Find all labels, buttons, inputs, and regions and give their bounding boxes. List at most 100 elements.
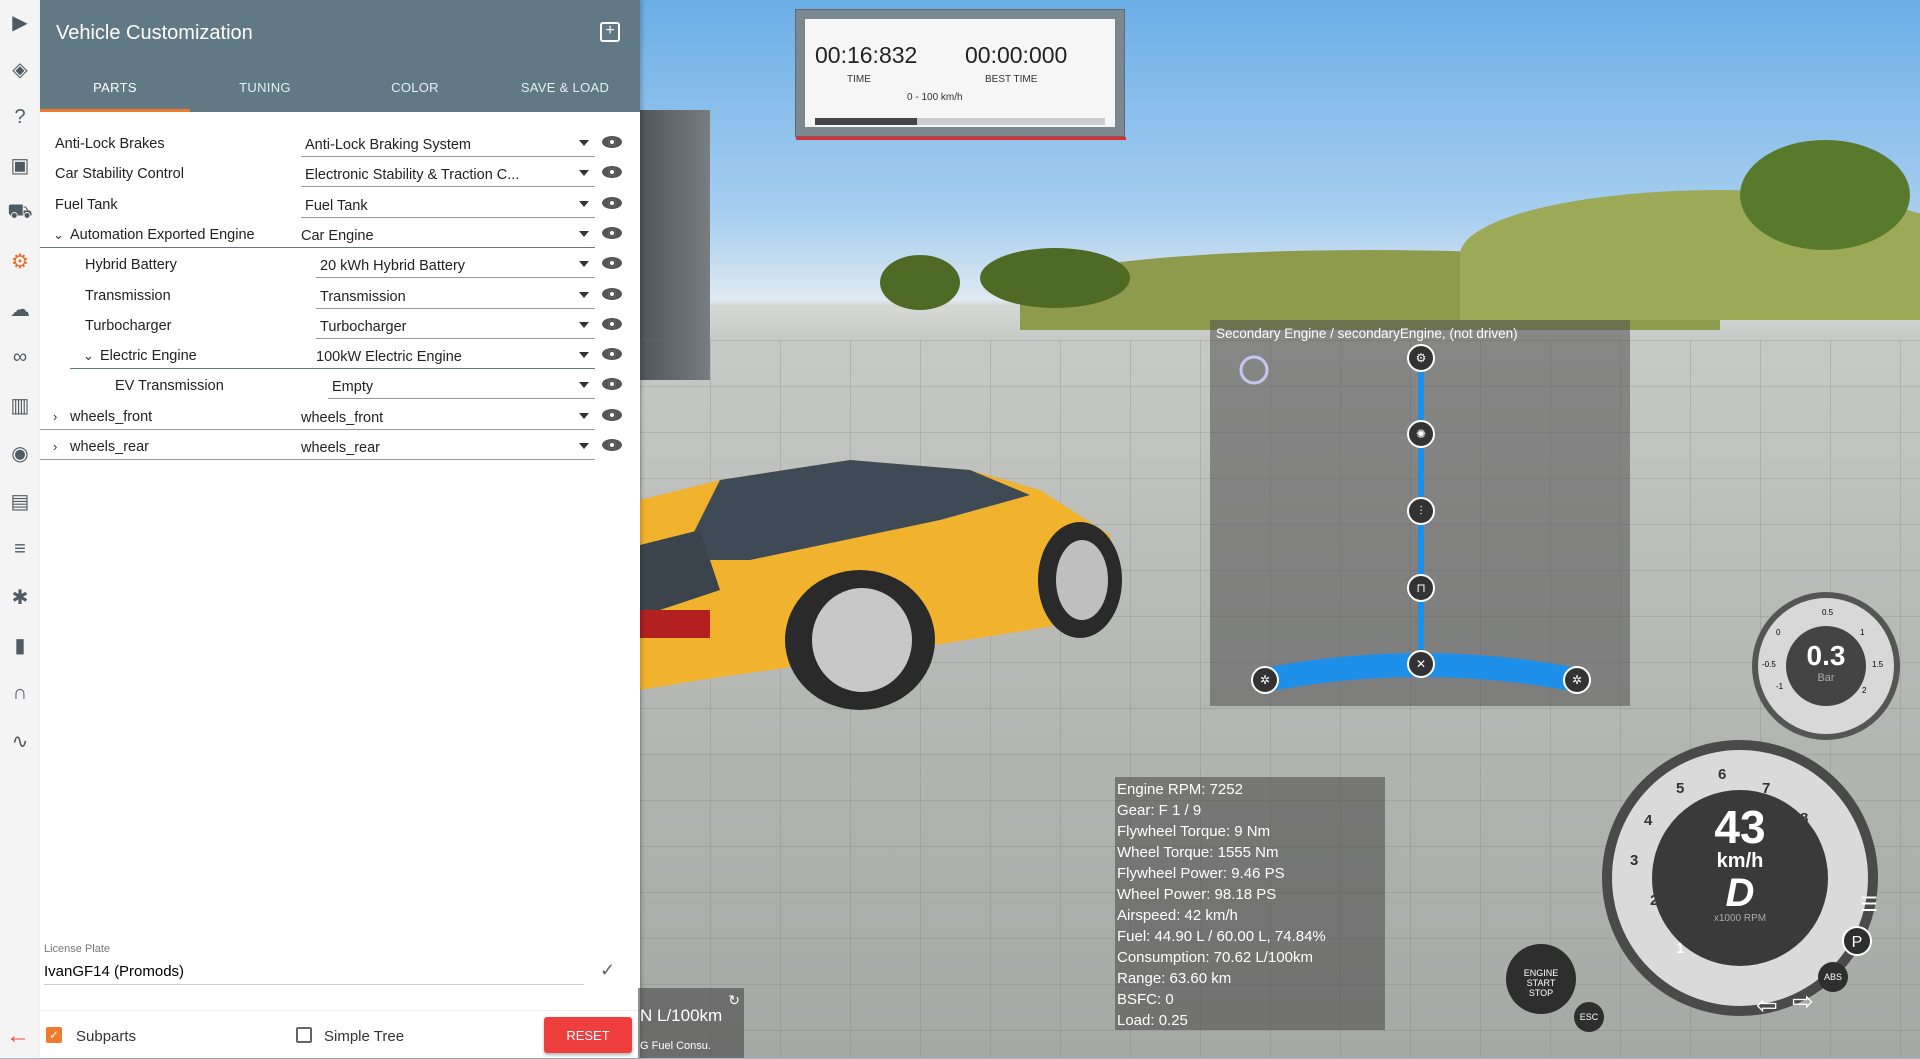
speed-unit: km/h xyxy=(1716,850,1764,872)
debug-line: Gear: F 1 / 9 xyxy=(1117,802,1202,819)
camera-icon[interactable]: ◉ xyxy=(6,439,34,467)
bar-chart-icon[interactable]: ▮ xyxy=(6,631,34,659)
debug-line: Load: 0.25 xyxy=(1117,1012,1188,1029)
visibility-eye-icon[interactable] xyxy=(602,257,622,270)
visibility-eye-icon[interactable] xyxy=(602,196,622,209)
license-plate-label: License Plate xyxy=(44,943,111,955)
dropdown-caret-icon[interactable] xyxy=(579,170,589,177)
part-select[interactable]: wheels_front xyxy=(40,403,595,430)
simple-tree-label: Simple Tree xyxy=(324,1028,405,1045)
part-select-value: Turbocharger xyxy=(320,318,407,335)
play-icon[interactable]: ▶ xyxy=(6,8,34,36)
part-select-value: wheels_rear xyxy=(301,440,380,456)
turbine-node-icon[interactable]: ✺ xyxy=(1407,420,1435,448)
part-select[interactable]: 20 kWh Hybrid Battery xyxy=(316,251,595,279)
part-select[interactable]: wheels_rear xyxy=(40,433,595,460)
headlight-icon: ☰ xyxy=(1860,894,1878,916)
parking-brake-indicator: P xyxy=(1842,926,1872,956)
tab-color[interactable]: COLOR xyxy=(340,70,490,112)
turn-left-icon: ⇦ xyxy=(1756,990,1778,1020)
time-label: TIME xyxy=(847,74,871,85)
tree xyxy=(880,255,960,310)
cloud-icon[interactable]: ☁ xyxy=(6,295,34,323)
timer-progress-fill xyxy=(815,118,917,125)
part-row: Anti-Lock Brakes Anti-Lock Braking System xyxy=(40,130,640,160)
time-value: 00:16:832 xyxy=(815,42,918,68)
headphones-icon[interactable]: ∩ xyxy=(6,679,34,707)
reset-button[interactable]: RESET xyxy=(544,1017,632,1053)
window-icon[interactable]: ▤ xyxy=(6,487,34,515)
wheel-right-icon[interactable]: ✲ xyxy=(1563,666,1591,694)
part-select-value: wheels_front xyxy=(301,409,384,426)
part-select[interactable]: 100kW Electric Engine xyxy=(70,342,595,370)
speed-readout: 43 km/h D x1000 RPM xyxy=(1652,790,1828,966)
tab-tuning[interactable]: TUNING xyxy=(190,70,340,112)
panel-title: Vehicle Customization xyxy=(56,22,253,44)
boost-unit: Bar xyxy=(1817,672,1835,684)
part-select[interactable]: Fuel Tank xyxy=(301,191,595,218)
dropdown-caret-icon[interactable] xyxy=(579,321,589,328)
video-icon[interactable]: ▣ xyxy=(6,151,34,179)
dropdown-caret-icon[interactable] xyxy=(579,412,589,419)
part-label: Fuel Tank xyxy=(55,196,118,213)
dropdown-caret-icon[interactable] xyxy=(579,261,589,268)
visibility-eye-icon[interactable] xyxy=(602,226,622,239)
visibility-eye-icon[interactable] xyxy=(602,378,622,391)
car-icon[interactable]: ⛟ xyxy=(6,199,34,227)
panel-footer: ✓ Subparts Simple Tree RESET xyxy=(40,1010,640,1059)
visibility-eye-icon[interactable] xyxy=(602,287,622,300)
part-label: EV Transmission xyxy=(115,378,224,395)
engine-button-line: START xyxy=(1526,978,1556,988)
wheel-left-icon[interactable]: ✲ xyxy=(1251,666,1279,694)
simple-tree-checkbox[interactable] xyxy=(296,1027,312,1043)
tab-save-load[interactable]: SAVE & LOAD xyxy=(490,70,640,112)
gearbox-node-icon[interactable]: ⫶ xyxy=(1407,497,1435,525)
visibility-eye-icon[interactable] xyxy=(602,166,622,179)
debug-line: Range: 63.60 km xyxy=(1117,970,1232,987)
dropdown-caret-icon[interactable] xyxy=(579,140,589,146)
boost-tick: 0.5 xyxy=(1822,608,1834,617)
fuel-consumption-value: N L/100km xyxy=(640,1006,723,1025)
engine-node-icon[interactable]: ⚙ xyxy=(1407,344,1435,372)
film-icon[interactable]: ▥ xyxy=(6,391,34,419)
add-window-icon[interactable]: + xyxy=(600,22,620,42)
subparts-checkbox[interactable]: ✓ xyxy=(46,1027,62,1043)
gear-icon[interactable]: ⚙ xyxy=(6,247,34,275)
visibility-eye-icon[interactable] xyxy=(602,408,622,421)
part-select[interactable]: Turbocharger xyxy=(316,312,595,339)
refresh-icon[interactable]: ↻ xyxy=(728,992,740,1009)
dropdown-caret-icon[interactable] xyxy=(579,230,589,237)
clutch-node-icon[interactable]: ⊓ xyxy=(1407,574,1435,602)
dropdown-caret-icon[interactable] xyxy=(579,291,589,298)
timer-card: 00:16:832 TIME 00:00:000 BEST TIME 0 - 1… xyxy=(805,19,1115,127)
dropdown-caret-icon[interactable] xyxy=(579,200,589,207)
dropdown-caret-icon[interactable] xyxy=(579,382,589,389)
visibility-eye-icon[interactable] xyxy=(602,348,622,361)
visibility-eye-icon[interactable] xyxy=(602,317,622,330)
dropdown-caret-icon[interactable] xyxy=(579,443,589,449)
bug-icon[interactable]: ✱ xyxy=(6,583,34,611)
check-icon[interactable]: ✓ xyxy=(600,960,615,981)
part-select[interactable]: Transmission xyxy=(316,282,595,309)
gear-indicator: D xyxy=(1725,871,1755,915)
part-select[interactable]: Car Engine xyxy=(40,221,595,248)
sliders-icon[interactable]: ≡ xyxy=(6,535,34,563)
differential-node-icon[interactable]: ✕ xyxy=(1407,650,1435,678)
tab-bar: PARTS TUNING COLOR SAVE & LOAD xyxy=(40,70,640,112)
help-icon[interactable]: ? xyxy=(6,103,34,131)
route-icon[interactable]: ∿ xyxy=(6,727,34,755)
dropdown-caret-icon[interactable] xyxy=(579,352,589,359)
visibility-eye-icon[interactable] xyxy=(602,136,622,148)
visibility-eye-icon[interactable] xyxy=(602,439,622,451)
timer-progress xyxy=(815,118,1105,125)
license-plate-input[interactable] xyxy=(44,958,584,985)
layers-icon[interactable]: ◈ xyxy=(6,55,34,83)
infinity-icon[interactable]: ∞ xyxy=(6,343,34,371)
tab-parts[interactable]: PARTS xyxy=(40,70,190,112)
part-select[interactable]: Electronic Stability & Traction C... xyxy=(301,160,595,188)
part-select[interactable]: Anti-Lock Braking System xyxy=(301,130,595,157)
engine-start-stop-button[interactable]: ENGINE START STOP xyxy=(1506,944,1576,1014)
boost-gauge: -1 -0.5 0 0.5 1 1.5 2 0.3 Bar xyxy=(1752,592,1900,740)
part-select[interactable]: Empty xyxy=(328,372,595,400)
back-arrow-icon[interactable]: ← xyxy=(6,1022,30,1050)
